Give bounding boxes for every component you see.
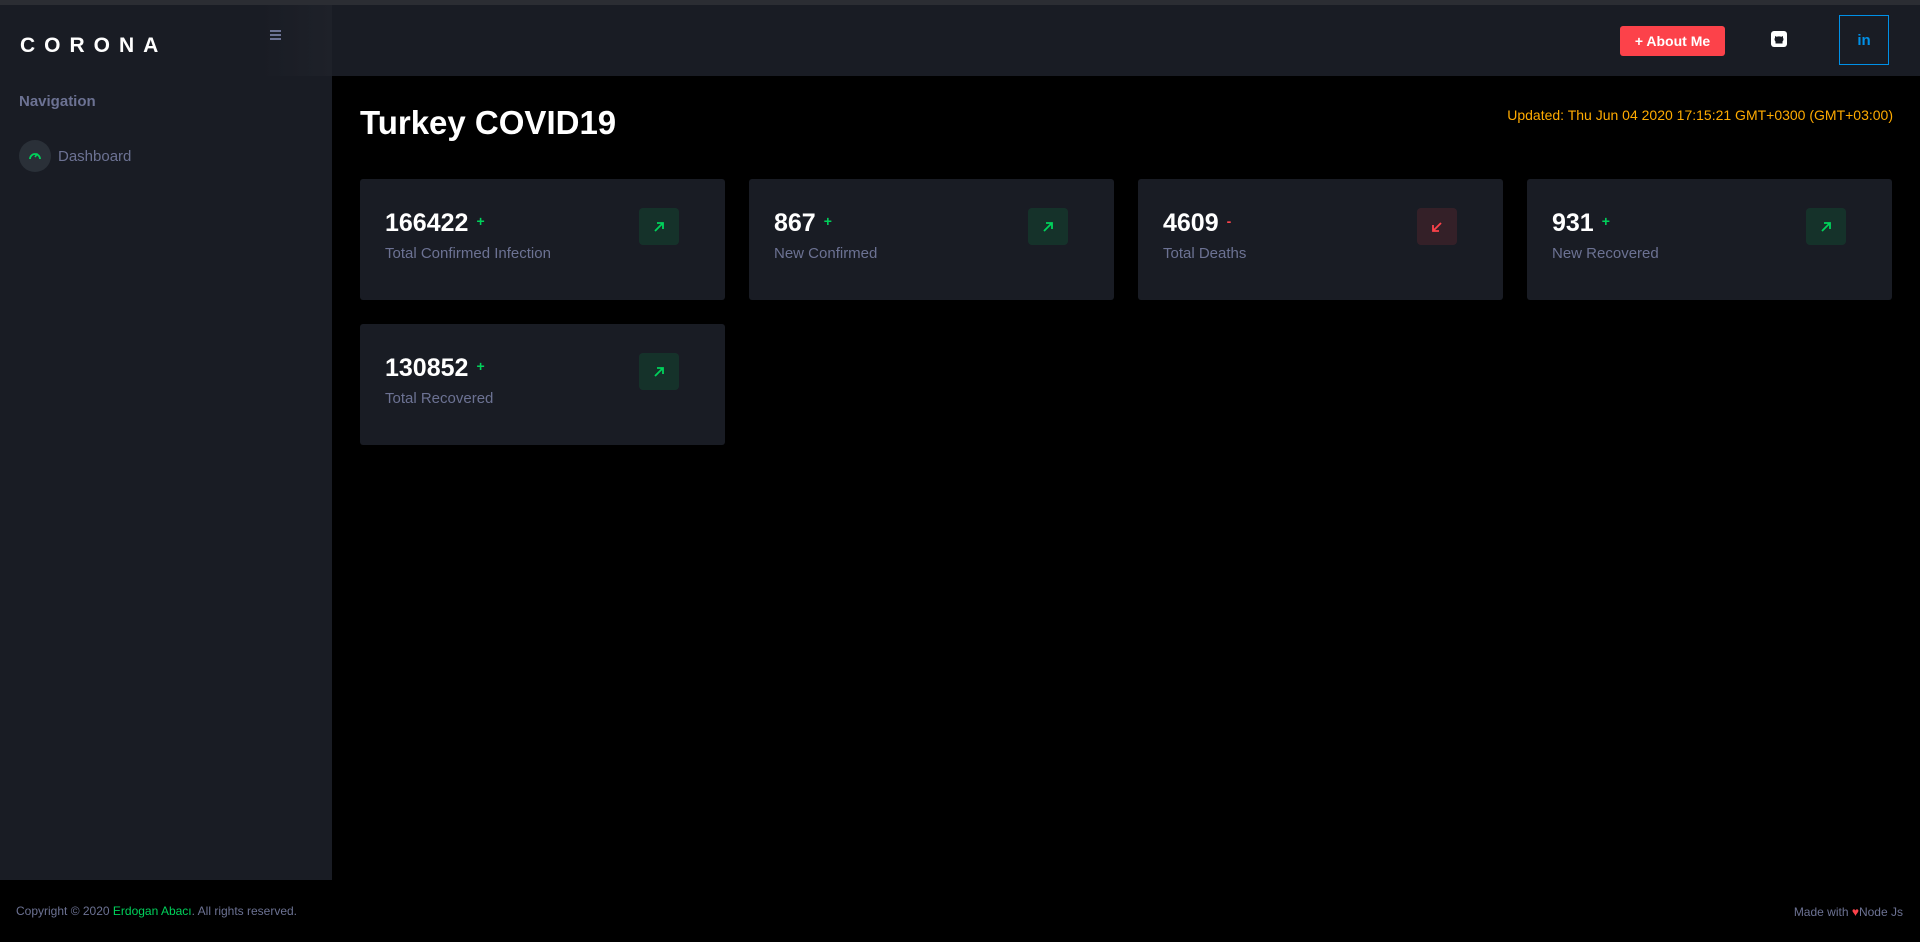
sidebar-toggle-button[interactable] [270, 30, 286, 44]
stat-value: 130852 + [385, 354, 485, 382]
stat-card-new-confirmed: 867 + New Confirmed [749, 179, 1114, 300]
arrow-up-right-icon [639, 353, 679, 390]
author-link[interactable]: Erdogan Abacı [113, 904, 192, 918]
footer-copyright: Copyright © 2020 Erdogan Abacı. All righ… [16, 904, 298, 918]
trend-sign: - [1226, 213, 1232, 229]
brand-logo[interactable]: CORONA [20, 34, 167, 58]
menu-icon-bar [270, 30, 281, 32]
page-title: Turkey COVID19 [360, 104, 617, 141]
stat-label: Total Confirmed Infection [385, 245, 551, 262]
sidebar-item-dashboard[interactable]: Dashboard [19, 139, 309, 173]
about-me-button[interactable]: + About Me [1620, 26, 1725, 56]
trend-sign: + [823, 213, 832, 229]
menu-icon-bar [270, 38, 281, 40]
trend-sign: + [476, 358, 485, 374]
stat-label: New Recovered [1552, 245, 1659, 262]
arrow-up-right-icon [1806, 208, 1846, 245]
stat-value: 166422 + [385, 209, 485, 237]
stat-card-total-deaths: 4609- Total Deaths [1138, 179, 1503, 300]
heart-icon: ♥ [1851, 905, 1859, 919]
stat-label: Total Deaths [1163, 245, 1247, 262]
stat-card-total-recovered: 130852 + Total Recovered [360, 324, 725, 445]
stat-label: New Confirmed [774, 245, 878, 262]
stat-value: 931 + [1552, 209, 1610, 237]
footer-made-with: Made with ♥Node Js [1793, 905, 1903, 919]
stat-label: Total Recovered [385, 390, 494, 407]
arrow-down-left-icon [1417, 208, 1457, 245]
sidebar: CORONA Navigation Dashboard [0, 5, 332, 880]
menu-icon-bar [270, 34, 281, 36]
sidebar-item-label: Dashboard [58, 147, 132, 165]
stat-value: 4609- [1163, 209, 1232, 237]
arrow-up-right-icon [1028, 208, 1068, 245]
stat-value: 867 + [774, 209, 832, 237]
stat-card-new-recovered: 931 + New Recovered [1527, 179, 1892, 300]
speedometer-icon [19, 140, 51, 172]
updated-timestamp: Updated: Thu Jun 04 2020 17:15:21 GMT+03… [1507, 107, 1893, 123]
trend-sign: + [476, 213, 485, 229]
nav-heading: Navigation [19, 93, 96, 110]
arrow-up-right-icon [639, 208, 679, 245]
linkedin-button[interactable]: in [1839, 15, 1889, 65]
stat-card-total-confirmed: 166422 + Total Confirmed Infection [360, 179, 725, 300]
github-icon[interactable] [1770, 30, 1788, 48]
trend-sign: + [1601, 213, 1610, 229]
